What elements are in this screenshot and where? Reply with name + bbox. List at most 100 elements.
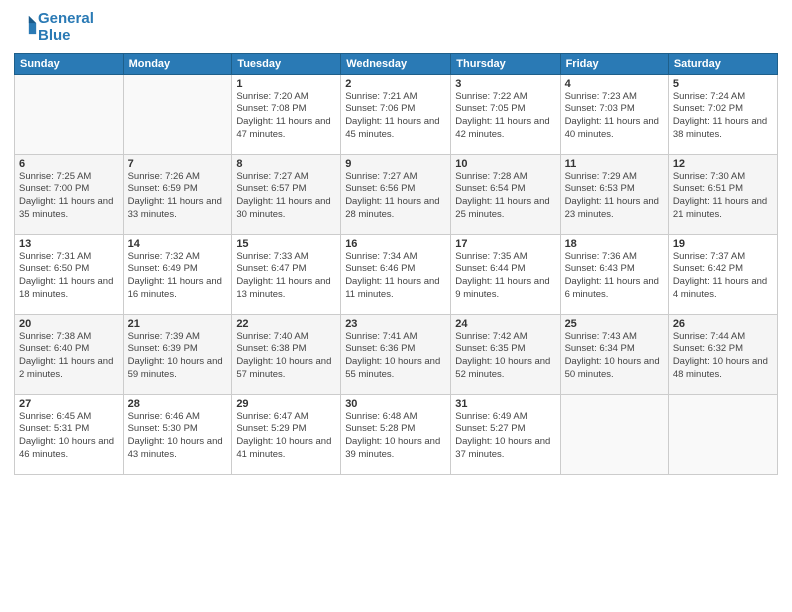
day-number: 23 (345, 318, 446, 330)
day-number: 5 (673, 78, 773, 90)
day-info: Sunrise: 7:31 AM Sunset: 6:50 PM Dayligh… (19, 251, 119, 302)
day-info: Sunrise: 7:42 AM Sunset: 6:35 PM Dayligh… (455, 331, 555, 382)
day-number: 19 (673, 238, 773, 250)
day-info: Sunrise: 7:44 AM Sunset: 6:32 PM Dayligh… (673, 331, 773, 382)
day-info: Sunrise: 6:47 AM Sunset: 5:29 PM Dayligh… (236, 411, 336, 462)
day-info: Sunrise: 7:36 AM Sunset: 6:43 PM Dayligh… (565, 251, 664, 302)
calendar-cell: 29Sunrise: 6:47 AM Sunset: 5:29 PM Dayli… (232, 394, 341, 474)
calendar-cell: 22Sunrise: 7:40 AM Sunset: 6:38 PM Dayli… (232, 314, 341, 394)
day-info: Sunrise: 7:32 AM Sunset: 6:49 PM Dayligh… (128, 251, 228, 302)
day-number: 4 (565, 78, 664, 90)
calendar-cell: 23Sunrise: 7:41 AM Sunset: 6:36 PM Dayli… (341, 314, 451, 394)
calendar-cell: 4Sunrise: 7:23 AM Sunset: 7:03 PM Daylig… (560, 74, 668, 154)
header: General Blue (14, 10, 778, 45)
weekday-header-monday: Monday (123, 53, 232, 74)
day-number: 7 (128, 158, 228, 170)
day-info: Sunrise: 7:25 AM Sunset: 7:00 PM Dayligh… (19, 171, 119, 222)
day-number: 10 (455, 158, 555, 170)
calendar-cell: 25Sunrise: 7:43 AM Sunset: 6:34 PM Dayli… (560, 314, 668, 394)
day-info: Sunrise: 6:45 AM Sunset: 5:31 PM Dayligh… (19, 411, 119, 462)
day-info: Sunrise: 7:21 AM Sunset: 7:06 PM Dayligh… (345, 91, 446, 142)
calendar-cell: 26Sunrise: 7:44 AM Sunset: 6:32 PM Dayli… (668, 314, 777, 394)
calendar-cell: 27Sunrise: 6:45 AM Sunset: 5:31 PM Dayli… (15, 394, 124, 474)
logo-general: General (38, 10, 94, 27)
week-row-2: 6Sunrise: 7:25 AM Sunset: 7:00 PM Daylig… (15, 154, 778, 234)
calendar-cell (668, 394, 777, 474)
calendar-table: SundayMondayTuesdayWednesdayThursdayFrid… (14, 53, 778, 475)
calendar-cell: 9Sunrise: 7:27 AM Sunset: 6:56 PM Daylig… (341, 154, 451, 234)
day-info: Sunrise: 7:26 AM Sunset: 6:59 PM Dayligh… (128, 171, 228, 222)
day-info: Sunrise: 7:35 AM Sunset: 6:44 PM Dayligh… (455, 251, 555, 302)
day-info: Sunrise: 7:38 AM Sunset: 6:40 PM Dayligh… (19, 331, 119, 382)
day-number: 14 (128, 238, 228, 250)
day-info: Sunrise: 6:46 AM Sunset: 5:30 PM Dayligh… (128, 411, 228, 462)
calendar-cell (560, 394, 668, 474)
logo: General Blue (14, 10, 94, 45)
logo-icon (16, 14, 38, 36)
day-info: Sunrise: 7:37 AM Sunset: 6:42 PM Dayligh… (673, 251, 773, 302)
calendar-cell: 12Sunrise: 7:30 AM Sunset: 6:51 PM Dayli… (668, 154, 777, 234)
day-number: 26 (673, 318, 773, 330)
day-info: Sunrise: 6:49 AM Sunset: 5:27 PM Dayligh… (455, 411, 555, 462)
calendar-cell: 21Sunrise: 7:39 AM Sunset: 6:39 PM Dayli… (123, 314, 232, 394)
day-number: 2 (345, 78, 446, 90)
weekday-header-saturday: Saturday (668, 53, 777, 74)
day-info: Sunrise: 7:30 AM Sunset: 6:51 PM Dayligh… (673, 171, 773, 222)
calendar-cell: 24Sunrise: 7:42 AM Sunset: 6:35 PM Dayli… (451, 314, 560, 394)
logo-blue: Blue (38, 27, 94, 44)
day-number: 11 (565, 158, 664, 170)
day-info: Sunrise: 7:22 AM Sunset: 7:05 PM Dayligh… (455, 91, 555, 142)
day-number: 25 (565, 318, 664, 330)
calendar-cell: 31Sunrise: 6:49 AM Sunset: 5:27 PM Dayli… (451, 394, 560, 474)
calendar-cell: 7Sunrise: 7:26 AM Sunset: 6:59 PM Daylig… (123, 154, 232, 234)
calendar-cell: 6Sunrise: 7:25 AM Sunset: 7:00 PM Daylig… (15, 154, 124, 234)
day-info: Sunrise: 7:20 AM Sunset: 7:08 PM Dayligh… (236, 91, 336, 142)
page-container: General Blue SundayMondayTuesdayWednesda… (0, 0, 792, 483)
week-row-5: 27Sunrise: 6:45 AM Sunset: 5:31 PM Dayli… (15, 394, 778, 474)
day-number: 30 (345, 398, 446, 410)
day-info: Sunrise: 7:33 AM Sunset: 6:47 PM Dayligh… (236, 251, 336, 302)
calendar-cell: 8Sunrise: 7:27 AM Sunset: 6:57 PM Daylig… (232, 154, 341, 234)
day-number: 28 (128, 398, 228, 410)
weekday-header-tuesday: Tuesday (232, 53, 341, 74)
day-number: 15 (236, 238, 336, 250)
day-number: 12 (673, 158, 773, 170)
calendar-cell: 28Sunrise: 6:46 AM Sunset: 5:30 PM Dayli… (123, 394, 232, 474)
day-number: 24 (455, 318, 555, 330)
calendar-cell: 19Sunrise: 7:37 AM Sunset: 6:42 PM Dayli… (668, 234, 777, 314)
calendar-cell: 3Sunrise: 7:22 AM Sunset: 7:05 PM Daylig… (451, 74, 560, 154)
calendar-cell: 1Sunrise: 7:20 AM Sunset: 7:08 PM Daylig… (232, 74, 341, 154)
day-number: 22 (236, 318, 336, 330)
calendar-cell (123, 74, 232, 154)
week-row-1: 1Sunrise: 7:20 AM Sunset: 7:08 PM Daylig… (15, 74, 778, 154)
day-info: Sunrise: 7:43 AM Sunset: 6:34 PM Dayligh… (565, 331, 664, 382)
day-info: Sunrise: 7:29 AM Sunset: 6:53 PM Dayligh… (565, 171, 664, 222)
weekday-header-wednesday: Wednesday (341, 53, 451, 74)
calendar-cell: 18Sunrise: 7:36 AM Sunset: 6:43 PM Dayli… (560, 234, 668, 314)
calendar-cell: 30Sunrise: 6:48 AM Sunset: 5:28 PM Dayli… (341, 394, 451, 474)
calendar-cell: 2Sunrise: 7:21 AM Sunset: 7:06 PM Daylig… (341, 74, 451, 154)
calendar-cell: 17Sunrise: 7:35 AM Sunset: 6:44 PM Dayli… (451, 234, 560, 314)
calendar-cell: 20Sunrise: 7:38 AM Sunset: 6:40 PM Dayli… (15, 314, 124, 394)
day-info: Sunrise: 7:28 AM Sunset: 6:54 PM Dayligh… (455, 171, 555, 222)
calendar-cell: 16Sunrise: 7:34 AM Sunset: 6:46 PM Dayli… (341, 234, 451, 314)
day-number: 8 (236, 158, 336, 170)
day-info: Sunrise: 7:34 AM Sunset: 6:46 PM Dayligh… (345, 251, 446, 302)
calendar-cell: 15Sunrise: 7:33 AM Sunset: 6:47 PM Dayli… (232, 234, 341, 314)
weekday-header-thursday: Thursday (451, 53, 560, 74)
day-info: Sunrise: 7:23 AM Sunset: 7:03 PM Dayligh… (565, 91, 664, 142)
week-row-4: 20Sunrise: 7:38 AM Sunset: 6:40 PM Dayli… (15, 314, 778, 394)
weekday-header-row: SundayMondayTuesdayWednesdayThursdayFrid… (15, 53, 778, 74)
day-number: 3 (455, 78, 555, 90)
calendar-cell (15, 74, 124, 154)
day-number: 18 (565, 238, 664, 250)
day-info: Sunrise: 7:24 AM Sunset: 7:02 PM Dayligh… (673, 91, 773, 142)
day-info: Sunrise: 7:40 AM Sunset: 6:38 PM Dayligh… (236, 331, 336, 382)
day-info: Sunrise: 7:39 AM Sunset: 6:39 PM Dayligh… (128, 331, 228, 382)
weekday-header-friday: Friday (560, 53, 668, 74)
day-number: 9 (345, 158, 446, 170)
day-info: Sunrise: 7:27 AM Sunset: 6:57 PM Dayligh… (236, 171, 336, 222)
calendar-cell: 14Sunrise: 7:32 AM Sunset: 6:49 PM Dayli… (123, 234, 232, 314)
day-info: Sunrise: 6:48 AM Sunset: 5:28 PM Dayligh… (345, 411, 446, 462)
day-number: 31 (455, 398, 555, 410)
